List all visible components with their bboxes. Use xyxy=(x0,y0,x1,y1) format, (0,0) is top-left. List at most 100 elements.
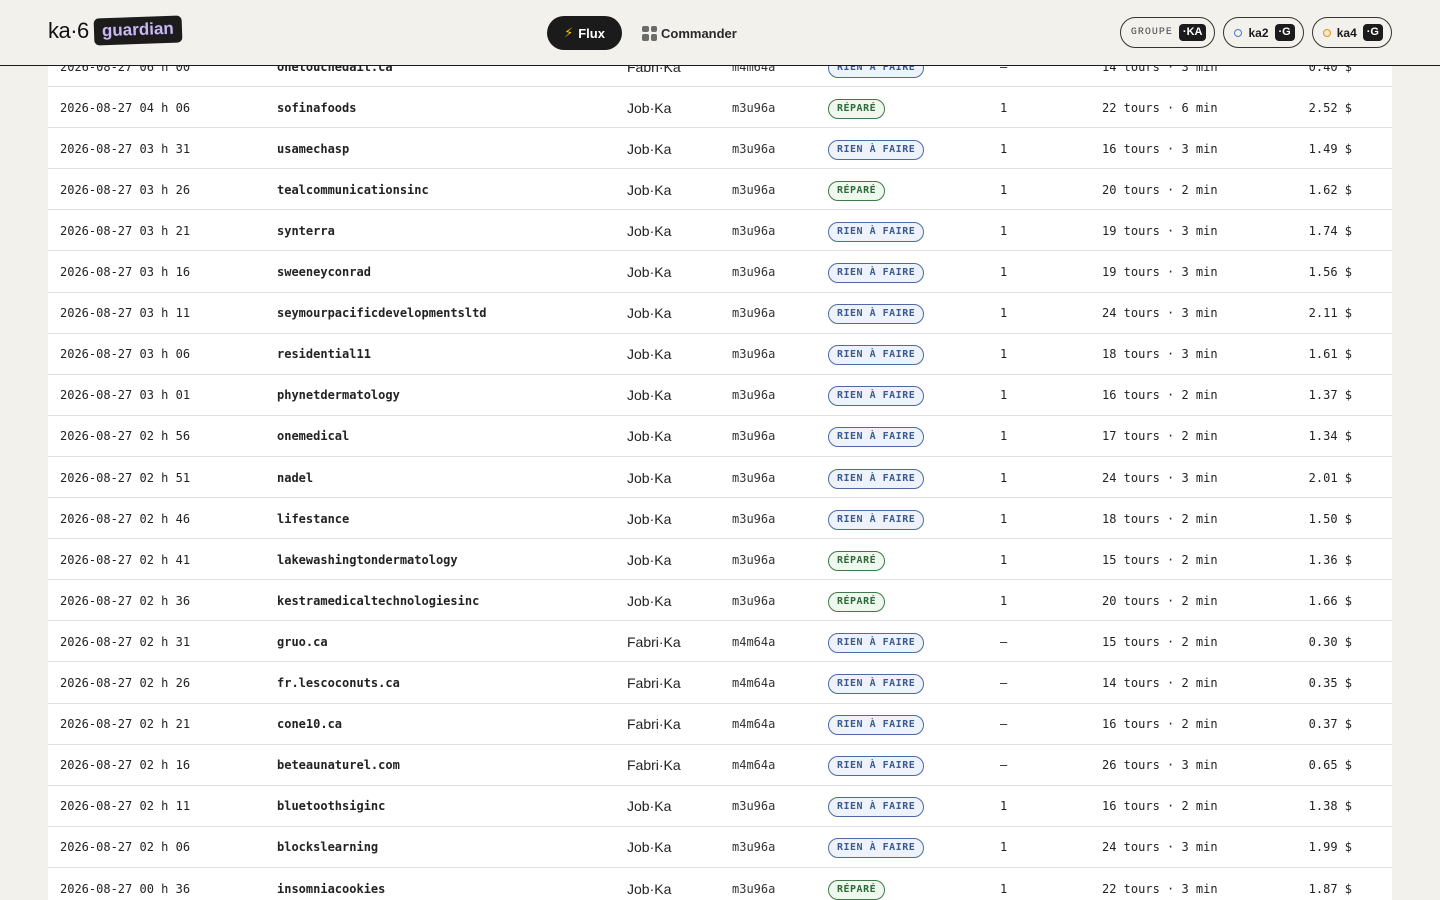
run-status-cell: RIEN À FAIRE xyxy=(828,128,925,169)
grid-icon xyxy=(642,25,657,41)
run-model: m3u96a xyxy=(732,223,776,238)
run-count: — xyxy=(1000,717,1008,732)
run-status-cell: RIEN À FAIRE xyxy=(828,498,925,539)
run-agent: Job·Ka xyxy=(627,181,672,198)
table-row[interactable]: 2026-08-27 02 h 11 bluetoothsiginc Job·Ka m… xyxy=(48,786,1392,827)
run-turns: 16 tours · 3 min xyxy=(1102,141,1218,156)
table-row[interactable]: 2026-08-27 02 h 06 blockslearning Job·Ka m3… xyxy=(48,827,1392,868)
run-time: 2026-08-27 02 h 46 xyxy=(60,511,191,526)
run-domain: beteaunaturel.com xyxy=(277,758,400,773)
run-time: 2026-08-27 02 h 21 xyxy=(60,717,191,732)
run-time: 2026-08-27 02 h 16 xyxy=(60,758,191,773)
table-row[interactable]: 2026-08-27 02 h 36 kestramedicaltechnolog… xyxy=(48,580,1392,622)
run-time: 2026-08-27 03 h 11 xyxy=(60,306,191,321)
tab-flux[interactable]: ⚡ Flux xyxy=(547,16,622,50)
run-domain: cone10.ca xyxy=(277,717,343,732)
table-row[interactable]: 2026-08-27 00 h 36 insomniacookies Job·Ka m… xyxy=(48,868,1392,900)
table-row[interactable]: 2026-08-27 03 h 06 residential11 Job·Ka m3u… xyxy=(48,334,1392,375)
table-row[interactable]: 2026-08-27 02 h 41 lakewashingtondermatol… xyxy=(48,539,1392,581)
brand-logo[interactable]: ka·6 guardian xyxy=(48,15,183,46)
run-status-cell: RIEN À FAIRE xyxy=(828,457,925,498)
run-turns: 16 tours · 2 min xyxy=(1102,717,1218,732)
table-row[interactable]: 2026-08-27 02 h 51 nadel Job·Ka m3u96a RIEN … xyxy=(48,457,1392,498)
table-row[interactable]: 2026-08-27 02 h 26 fr.lescoconuts.ca Fabri… xyxy=(48,663,1392,704)
chip-groupe[interactable]: GROUPE ·KA xyxy=(1119,17,1216,48)
run-turns: 24 tours · 3 min xyxy=(1102,470,1218,485)
run-status-cell: RÉPARÉ xyxy=(828,169,886,210)
run-cost: 1.49 $ xyxy=(1308,141,1352,156)
run-turns: 17 tours · 2 min xyxy=(1102,429,1218,444)
table-row[interactable]: 2026-08-27 02 h 16 beteaunaturel.com Fabri… xyxy=(48,745,1392,786)
run-turns: 22 tours · 3 min xyxy=(1102,881,1218,896)
run-status-cell: RIEN À FAIRE xyxy=(828,293,925,334)
table-row[interactable]: 2026-08-27 03 h 21 synterra Job·Ka m3u96a RI… xyxy=(48,210,1392,252)
runs-table: 2026-08-27 06 h 00 onetouchedait.ca Fabri·… xyxy=(48,46,1392,900)
table-row[interactable]: 2026-08-27 02 h 21 cone10.ca Fabri·Ka m4m64… xyxy=(48,704,1392,745)
run-status-cell: RÉPARÉ xyxy=(828,868,886,900)
run-domain: bluetoothsiginc xyxy=(277,799,386,814)
run-cost: 1.74 $ xyxy=(1308,223,1352,238)
run-status-cell: RIEN À FAIRE xyxy=(828,786,925,827)
table-row[interactable]: 2026-08-27 03 h 16 sweeneyconrad Job·Ka m3u… xyxy=(48,252,1392,293)
chip-ka2-label: ka2 xyxy=(1248,25,1269,40)
run-time: 2026-08-27 00 h 36 xyxy=(60,881,191,896)
run-count: 1 xyxy=(1000,881,1008,896)
run-cost: 2.52 $ xyxy=(1308,100,1352,115)
run-cost: 1.99 $ xyxy=(1308,840,1352,855)
run-domain: lifestance xyxy=(277,511,350,526)
table-row[interactable]: 2026-08-27 02 h 56 onemedical Job·Ka m3u96a… xyxy=(48,416,1392,457)
table-row[interactable]: 2026-08-27 04 h 06 sofinafoods Job·Ka m3u96… xyxy=(48,87,1392,129)
run-turns: 18 tours · 2 min xyxy=(1102,511,1218,526)
table-row[interactable]: 2026-08-27 02 h 46 lifestance Job·Ka m3u96a… xyxy=(48,498,1392,540)
run-model: m3u96a xyxy=(732,182,776,197)
run-time: 2026-08-27 03 h 21 xyxy=(60,223,191,238)
run-model: m3u96a xyxy=(732,840,776,855)
run-model: m3u96a xyxy=(732,429,776,444)
run-domain: sweeneyconrad xyxy=(277,265,371,279)
run-cost: 2.11 $ xyxy=(1308,306,1352,321)
top-bar: ka·6 guardian ⚡ Flux Commander GROUPE ·K… xyxy=(0,0,1440,66)
run-model: m3u96a xyxy=(732,552,776,567)
run-time: 2026-08-27 02 h 11 xyxy=(60,799,191,814)
run-count: 1 xyxy=(1000,552,1008,567)
run-agent: Job·Ka xyxy=(627,99,672,116)
run-turns: 19 tours · 3 min xyxy=(1102,223,1218,238)
table-row[interactable]: 2026-08-27 03 h 01 phynetdermatology Job·K… xyxy=(48,375,1392,416)
table-row[interactable]: 2026-08-27 03 h 26 tealcommunicationsinc J… xyxy=(48,169,1392,211)
tab-commander[interactable]: Commander xyxy=(642,25,737,41)
table-row[interactable]: 2026-08-27 02 h 31 gruo.ca Fabri·Ka m4m64a R… xyxy=(48,621,1392,663)
status-badge: RIEN À FAIRE xyxy=(828,345,925,366)
run-time: 2026-08-27 03 h 06 xyxy=(60,347,191,362)
run-domain: kestramedicaltechnologiesinc xyxy=(277,593,480,608)
status-badge: RÉPARÉ xyxy=(828,591,886,612)
run-turns: 16 tours · 2 min xyxy=(1102,388,1218,403)
chip-groupe-tag: ·KA xyxy=(1178,23,1207,42)
chip-ka2-tag: ·G xyxy=(1274,23,1295,42)
run-domain: phynetdermatology xyxy=(277,388,400,403)
run-cost: 0.65 $ xyxy=(1308,758,1352,773)
run-model: m4m64a xyxy=(732,676,776,690)
run-count: 1 xyxy=(1000,182,1008,197)
run-agent: Job·Ka xyxy=(627,469,672,486)
run-status-cell: RIEN À FAIRE xyxy=(828,663,925,704)
run-agent: Job·Ka xyxy=(627,264,672,280)
chip-ka2[interactable]: ka2 ·G xyxy=(1223,17,1304,48)
status-badge: RIEN À FAIRE xyxy=(828,674,925,694)
run-agent: Job·Ka xyxy=(627,140,672,157)
run-domain: sofinafoods xyxy=(277,100,357,115)
run-count: 1 xyxy=(1000,388,1008,403)
run-cost: 0.37 $ xyxy=(1308,717,1352,732)
table-row[interactable]: 2026-08-27 03 h 11 seymourpacificdevelopm… xyxy=(48,293,1392,334)
tab-commander-label: Commander xyxy=(661,25,737,41)
run-time: 2026-08-27 03 h 01 xyxy=(60,388,191,403)
chip-ka4[interactable]: ka4 ·G xyxy=(1311,17,1392,48)
run-agent: Job·Ka xyxy=(627,305,672,322)
run-agent: Job·Ka xyxy=(627,551,672,568)
run-time: 2026-08-27 03 h 26 xyxy=(60,182,191,197)
run-time: 2026-08-27 04 h 06 xyxy=(60,100,191,115)
table-row[interactable]: 2026-08-27 03 h 31 usamechasp Job·Ka m3u96a… xyxy=(48,128,1392,170)
run-model: m3u96a xyxy=(732,881,776,896)
run-turns: 24 tours · 3 min xyxy=(1102,306,1218,321)
run-cost: 1.87 $ xyxy=(1308,881,1352,896)
run-status-cell: RÉPARÉ xyxy=(828,580,886,621)
